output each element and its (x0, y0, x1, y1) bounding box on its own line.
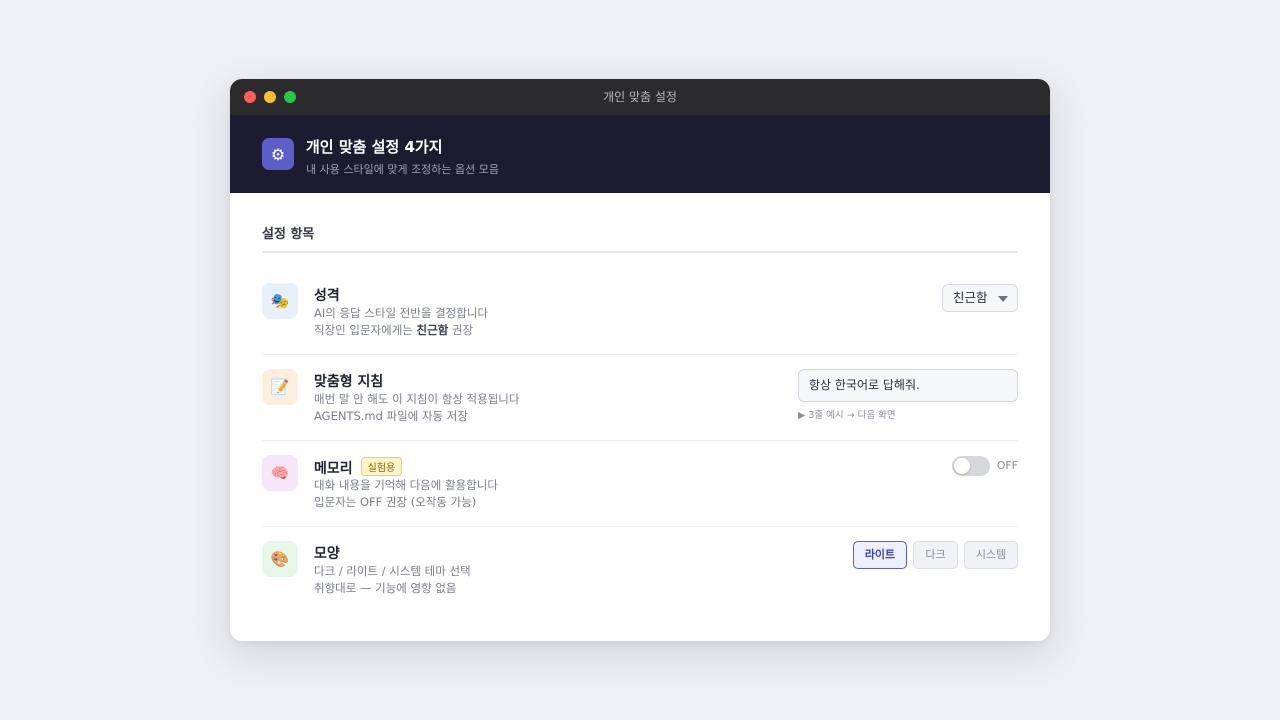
experimental-badge: 실험용 (360, 457, 403, 476)
chevron-down-icon (998, 296, 1008, 302)
setting-description: 다크 / 라이트 / 시스템 테마 선택 취향대로 — 기능에 영향 없음 (314, 563, 471, 597)
setting-row-memory: 🧠 메모리 실험용 대화 내용을 기억해 다음에 활용합니다 입문자는 OFF 권… (262, 441, 1018, 527)
description-line: 매번 말 안 해도 이 지침이 항상 적용됩니다 (314, 392, 520, 406)
description-line: 다크 / 라이트 / 시스템 테마 선택 (314, 564, 471, 578)
theme-option-light[interactable]: 라이트 (853, 541, 907, 569)
memo-icon: 📝 (262, 369, 298, 405)
setting-title: 성격 (314, 288, 340, 304)
setting-row-personality: 🎭 성격 AI의 응답 스타일 전반을 결정합니다 직장인 입문자에게는 친근함… (262, 253, 1018, 355)
input-hint: ▶ 3줄 예시 → 다음 화면 (798, 410, 896, 421)
page-header: ⚙ 개인 맞춤 설정 4가지 내 사용 스타일에 맞게 조정하는 옵션 모음 (230, 115, 1050, 193)
setting-title: 맞춤형 지침 (314, 374, 384, 390)
settings-content: 설정 항목 🎭 성격 AI의 응답 스타일 전반을 결정합니다 직장인 입문자에… (230, 223, 1050, 613)
theater-masks-icon: 🎭 (262, 283, 298, 319)
setting-description: 대화 내용을 기억해 다음에 활용합니다 입문자는 OFF 권장 (오작동 가능… (314, 477, 498, 511)
description-line: 입문자는 OFF 권장 (오작동 가능) (314, 495, 477, 509)
description-line: 대화 내용을 기억해 다음에 활용합니다 (314, 478, 498, 492)
gear-icon: ⚙ (262, 138, 294, 170)
custom-instructions-input[interactable]: 항상 한국어로 답해줘. (798, 369, 1018, 402)
setting-row-instructions: 📝 맞춤형 지침 매번 말 안 해도 이 지침이 항상 적용됩니다 AGENTS… (262, 355, 1018, 441)
setting-title: 메모리 실험용 (314, 457, 403, 478)
setting-description: 매번 말 안 해도 이 지침이 항상 적용됩니다 AGENTS.md 파일에 자… (314, 391, 519, 425)
window-title: 개인 맞춤 설정 (603, 90, 677, 104)
select-value: 친근함 (953, 290, 988, 305)
brain-icon: 🧠 (262, 455, 298, 491)
window-titlebar: 개인 맞춤 설정 (230, 79, 1050, 115)
setting-row-appearance: 🎨 모양 다크 / 라이트 / 시스템 테마 선택 취향대로 — 기능에 영향 … (262, 527, 1018, 613)
setting-title: 모양 (314, 546, 340, 562)
toggle-state-label: OFF (996, 459, 1018, 472)
page-title: 개인 맞춤 설정 4가지 (306, 138, 443, 156)
toggle-knob (954, 458, 970, 474)
theme-option-system[interactable]: 시스템 (964, 541, 1018, 569)
description-line: 취향대로 — 기능에 영향 없음 (314, 581, 457, 595)
description-line: 직장인 입문자에게는 친근함 권장 (314, 323, 474, 337)
memory-toggle[interactable] (952, 456, 990, 476)
palette-icon: 🎨 (262, 541, 298, 577)
description-line: AGENTS.md 파일에 자동 저장 (314, 409, 468, 423)
personality-select[interactable]: 친근함 (942, 284, 1018, 312)
description-line: AI의 응답 스타일 전반을 결정합니다 (314, 306, 488, 320)
page-subtitle: 내 사용 스타일에 맞게 조정하는 옵션 모음 (306, 163, 500, 176)
settings-window: 개인 맞춤 설정 ⚙ 개인 맞춤 설정 4가지 내 사용 스타일에 맞게 조정하… (230, 79, 1050, 641)
theme-option-dark[interactable]: 다크 (913, 541, 958, 569)
setting-description: AI의 응답 스타일 전반을 결정합니다 직장인 입문자에게는 친근함 권장 (314, 305, 488, 339)
section-title: 설정 항목 (262, 223, 1018, 253)
